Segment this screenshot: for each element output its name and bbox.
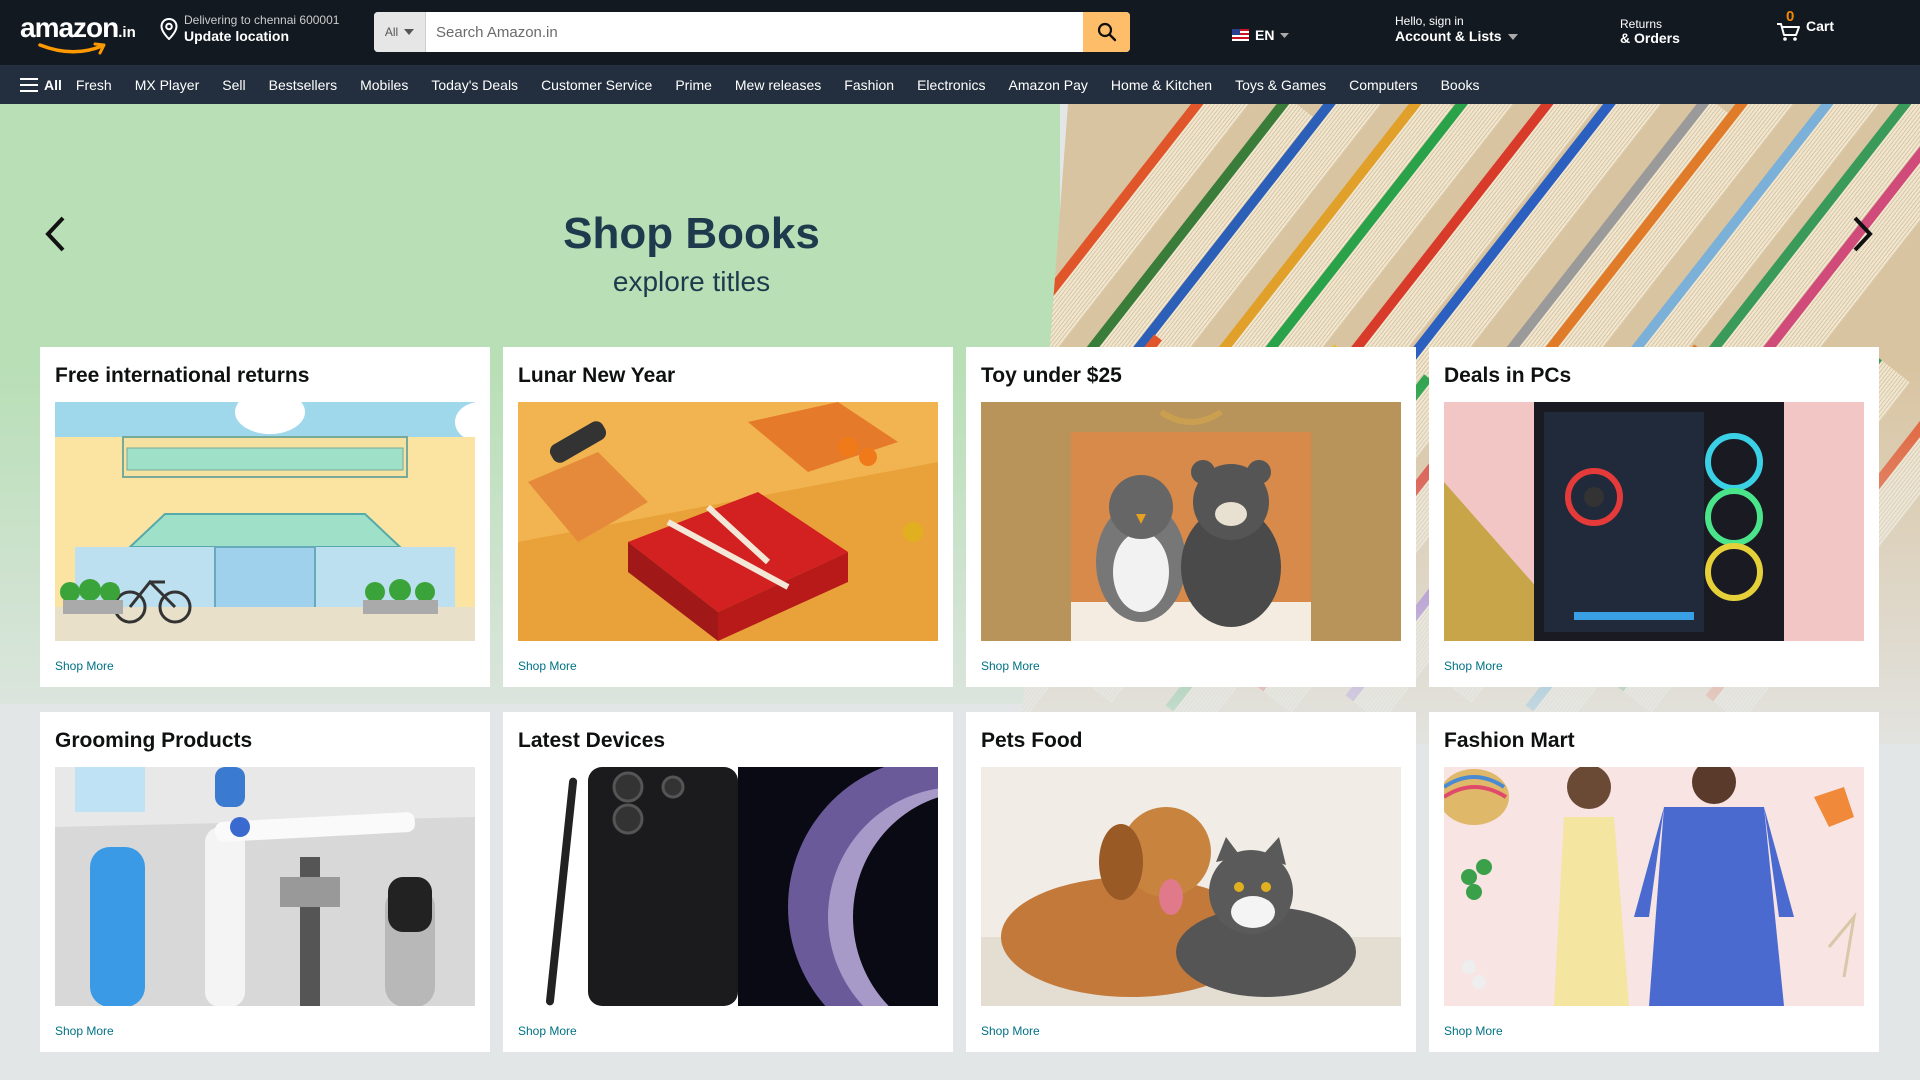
all-menu-label: All: [44, 76, 62, 93]
caret-down-icon: [404, 29, 415, 35]
nav-item-sell[interactable]: Sell: [222, 77, 245, 93]
language-label: EN: [1255, 27, 1275, 43]
search-input[interactable]: [426, 12, 1083, 52]
hero-subtitle: explore titles: [612, 266, 771, 297]
search-button[interactable]: [1083, 12, 1130, 52]
returns-orders[interactable]: Returns & Orders: [1620, 17, 1680, 47]
nav-item-fresh[interactable]: Fresh: [76, 77, 112, 93]
nav-item-home-kitchen[interactable]: Home & Kitchen: [1111, 77, 1212, 93]
card-title: Deals in PCs: [1444, 364, 1572, 387]
account-lists[interactable]: Hello, sign in Account & Lists: [1395, 14, 1518, 45]
gaming-pc-photo[interactable]: [1444, 402, 1864, 641]
nav-item-books[interactable]: Books: [1441, 77, 1480, 93]
nav-item-computers[interactable]: Computers: [1349, 77, 1417, 93]
caret-down-icon: [1280, 32, 1290, 38]
nav-item-new-releases[interactable]: Mew releases: [735, 77, 821, 93]
dog-and-cat-photo[interactable]: [981, 767, 1401, 1006]
amazon-logo[interactable]: amazon.in: [20, 12, 136, 56]
shop-more-link[interactable]: Shop More: [518, 1024, 577, 1038]
location-pin-icon: [160, 17, 178, 40]
card-title: Free international returns: [55, 364, 310, 387]
nav-item-toys-games[interactable]: Toys & Games: [1235, 77, 1326, 93]
card-grooming[interactable]: Grooming Products Shop More: [40, 712, 490, 1052]
nav-item-fashion[interactable]: Fashion: [844, 77, 894, 93]
card-title: Latest Devices: [518, 729, 666, 752]
nav-item-prime[interactable]: Prime: [675, 77, 712, 93]
nav-item-electronics[interactable]: Electronics: [917, 77, 985, 93]
account-lists-label: Account & Lists: [1395, 28, 1502, 45]
nav-item-customer-service[interactable]: Customer Service: [541, 77, 652, 93]
nav-item-amazon-pay[interactable]: Amazon Pay: [1009, 77, 1088, 93]
carousel-next-button[interactable]: [1843, 204, 1883, 264]
smile-arrow-icon: [38, 42, 106, 55]
storefront-illustration[interactable]: [55, 402, 475, 641]
cart-icon-wrap: 0: [1776, 8, 1802, 42]
update-location-text: Update location: [184, 27, 290, 44]
fashion-models-photo[interactable]: [1444, 767, 1864, 1006]
smartphone-photo[interactable]: [518, 767, 938, 1006]
shop-more-link[interactable]: Shop More: [1444, 1024, 1503, 1038]
nav-item-mobiles[interactable]: Mobiles: [360, 77, 408, 93]
main-nav: All Fresh MX Player Sell Bestsellers Mob…: [0, 65, 1920, 104]
caret-down-icon: [1507, 33, 1518, 40]
card-fashion-mart[interactable]: Fashion Mart Shop More: [1429, 712, 1879, 1052]
card-pcs[interactable]: Deals in PCs Shop More: [1429, 347, 1879, 687]
language-selector[interactable]: EN: [1232, 27, 1290, 43]
greeting-text: Hello, sign in: [1395, 14, 1464, 28]
logo-text: amazon: [20, 12, 119, 43]
red-gift-box-photo[interactable]: [518, 402, 938, 641]
shop-more-link[interactable]: Shop More: [1444, 659, 1503, 673]
card-title: Fashion Mart: [1444, 729, 1575, 752]
cart-label: Cart: [1806, 18, 1835, 34]
search-category-label: All: [384, 25, 399, 39]
top-header: amazon.in Delivering to chennai 600001 U…: [0, 0, 1920, 65]
logo-suffix: .in: [118, 24, 136, 41]
card-title: Grooming Products: [55, 729, 253, 752]
search-category-dropdown[interactable]: All: [374, 12, 426, 52]
nav-item-mx-player[interactable]: MX Player: [135, 77, 200, 93]
us-flag-icon: [1232, 29, 1249, 41]
delivery-location[interactable]: Delivering to chennai 600001 Update loca…: [160, 13, 340, 44]
search-icon: [1097, 22, 1116, 42]
hero-title: Shop Books: [563, 209, 820, 258]
card-international-returns[interactable]: Free international returns Shop More: [40, 347, 490, 687]
card-title: Lunar New Year: [518, 364, 676, 387]
grooming-items-photo[interactable]: [55, 767, 475, 1006]
orders-text: & Orders: [1620, 30, 1680, 47]
all-menu-button[interactable]: All: [20, 77, 62, 93]
shop-more-link[interactable]: Shop More: [981, 659, 1040, 673]
card-latest-devices[interactable]: Latest Devices Shop More: [503, 712, 953, 1052]
cart-icon: [1777, 23, 1800, 41]
nav-item-bestsellers[interactable]: Bestsellers: [269, 77, 337, 93]
shop-more-link[interactable]: Shop More: [55, 659, 114, 673]
nav-item-todays-deals[interactable]: Today's Deals: [431, 77, 518, 93]
card-toys[interactable]: Toy under $25 Shop More: [966, 347, 1416, 687]
card-title: Pets Food: [981, 729, 1083, 752]
chevron-left-icon: [45, 216, 65, 252]
chevron-right-icon: [1853, 216, 1873, 252]
hamburger-icon: [20, 77, 38, 92]
card-pets-food[interactable]: Pets Food Shop More: [966, 712, 1416, 1052]
shop-more-link[interactable]: Shop More: [981, 1024, 1040, 1038]
plush-toys-photo[interactable]: [981, 402, 1401, 641]
carousel-prev-button[interactable]: [35, 204, 75, 264]
account-lists-label-wrap: Account & Lists: [1395, 28, 1518, 45]
card-lunar-new-year[interactable]: Lunar New Year Shop More: [503, 347, 953, 687]
deliver-to-text: Delivering to chennai 600001: [184, 13, 340, 27]
search-bar: All: [374, 12, 1130, 52]
shop-more-link[interactable]: Shop More: [55, 1024, 114, 1038]
shop-more-link[interactable]: Shop More: [518, 659, 577, 673]
cart-button[interactable]: 0 Cart: [1776, 8, 1835, 42]
card-title: Toy under $25: [981, 364, 1122, 387]
